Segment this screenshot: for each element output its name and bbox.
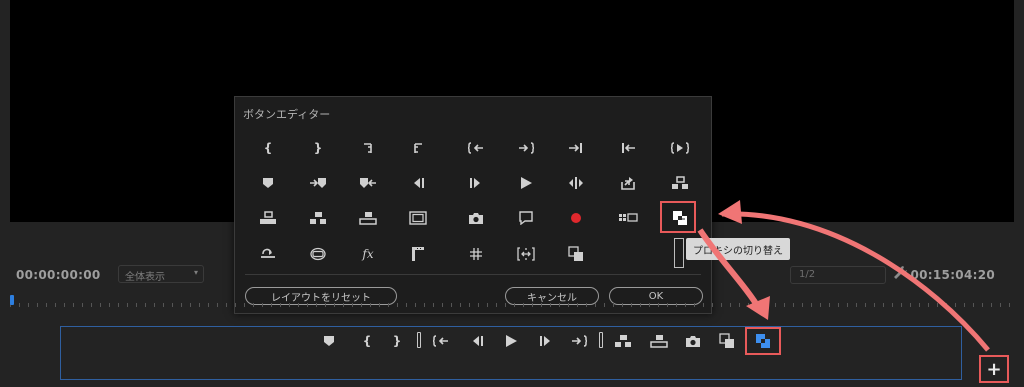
highlight-proxy-target bbox=[745, 327, 781, 355]
mark-out-icon[interactable]: } bbox=[303, 135, 333, 161]
insert-button[interactable] bbox=[612, 330, 634, 352]
zoom-level-select[interactable]: 全体表示 ▾ bbox=[118, 265, 204, 283]
wrench-icon[interactable] bbox=[893, 264, 909, 282]
comment-icon[interactable] bbox=[511, 205, 541, 231]
step-forward-edit-icon[interactable] bbox=[613, 135, 643, 161]
hash-icon[interactable] bbox=[461, 241, 491, 267]
duration-timecode: 00:15:04:20 bbox=[910, 268, 995, 282]
play-around-icon[interactable] bbox=[561, 170, 591, 196]
resolution-value: 1/2 bbox=[799, 269, 816, 280]
go-to-in-icon[interactable] bbox=[461, 135, 491, 161]
play-button[interactable] bbox=[500, 330, 522, 352]
safe-margins-icon[interactable] bbox=[403, 205, 433, 231]
add-marker-button[interactable] bbox=[318, 330, 340, 352]
playhead-timecode[interactable]: 00:00:00:00 bbox=[16, 268, 101, 282]
trim-icon[interactable] bbox=[511, 241, 541, 267]
add-marker-icon[interactable] bbox=[253, 170, 283, 196]
mark-in-icon[interactable]: { bbox=[253, 135, 283, 161]
clear-in-icon[interactable] bbox=[353, 135, 383, 161]
overwrite-icon[interactable] bbox=[353, 205, 383, 231]
spacer-divider[interactable] bbox=[417, 332, 421, 348]
vr-video-icon[interactable] bbox=[303, 241, 333, 267]
highlight-proxy-source bbox=[660, 201, 696, 233]
highlight-plus-button bbox=[979, 355, 1009, 383]
go-to-out-button[interactable] bbox=[568, 330, 590, 352]
go-to-next-marker-icon[interactable] bbox=[303, 170, 333, 196]
fx-icon[interactable]: fx bbox=[353, 241, 383, 267]
playback-resolution-select[interactable]: 1/2 bbox=[790, 266, 886, 284]
drag-slot-indicator bbox=[674, 238, 684, 268]
dialog-title: ボタンエディター bbox=[243, 108, 331, 121]
play-icon[interactable] bbox=[511, 170, 541, 196]
mark-in-button[interactable]: { bbox=[356, 330, 378, 352]
step-back-button[interactable] bbox=[466, 330, 488, 352]
button-editor-dialog: ボタンエディター { } fx bbox=[234, 96, 712, 314]
extract-icon[interactable] bbox=[253, 205, 283, 231]
camera-icon[interactable] bbox=[461, 205, 491, 231]
go-to-in-button[interactable] bbox=[430, 330, 452, 352]
playhead-handle[interactable] bbox=[10, 295, 14, 305]
clear-out-icon[interactable] bbox=[403, 135, 433, 161]
export-icon[interactable] bbox=[613, 170, 643, 196]
frame-ruler-icon[interactable] bbox=[403, 241, 433, 267]
export-frame-button[interactable] bbox=[682, 330, 704, 352]
tooltip: プロキシの切り替え bbox=[686, 238, 790, 260]
step-back-icon[interactable] bbox=[403, 170, 433, 196]
step-back-edit-icon[interactable] bbox=[561, 135, 591, 161]
mark-out-button[interactable]: } bbox=[386, 330, 408, 352]
time-ruler[interactable] bbox=[10, 296, 1014, 310]
go-to-prev-marker-icon[interactable] bbox=[353, 170, 383, 196]
chevron-down-icon: ▾ bbox=[193, 268, 198, 277]
insert-icon[interactable] bbox=[303, 205, 333, 231]
step-forward-button[interactable] bbox=[535, 330, 557, 352]
overwrite-button[interactable] bbox=[648, 330, 670, 352]
compare-view-icon[interactable] bbox=[561, 241, 591, 267]
record-icon[interactable] bbox=[561, 205, 591, 231]
spacer-divider[interactable] bbox=[599, 332, 603, 348]
zoom-level-value: 全体表示 bbox=[125, 272, 165, 283]
go-to-out-icon[interactable] bbox=[511, 135, 541, 161]
play-in-to-out-icon[interactable] bbox=[665, 135, 695, 161]
loop-icon[interactable] bbox=[253, 241, 283, 267]
compare-view-button[interactable] bbox=[716, 330, 738, 352]
multi-camera-icon[interactable] bbox=[613, 205, 643, 231]
dialog-divider bbox=[245, 274, 701, 275]
lift-icon[interactable] bbox=[665, 170, 695, 196]
step-forward-icon[interactable] bbox=[461, 170, 491, 196]
